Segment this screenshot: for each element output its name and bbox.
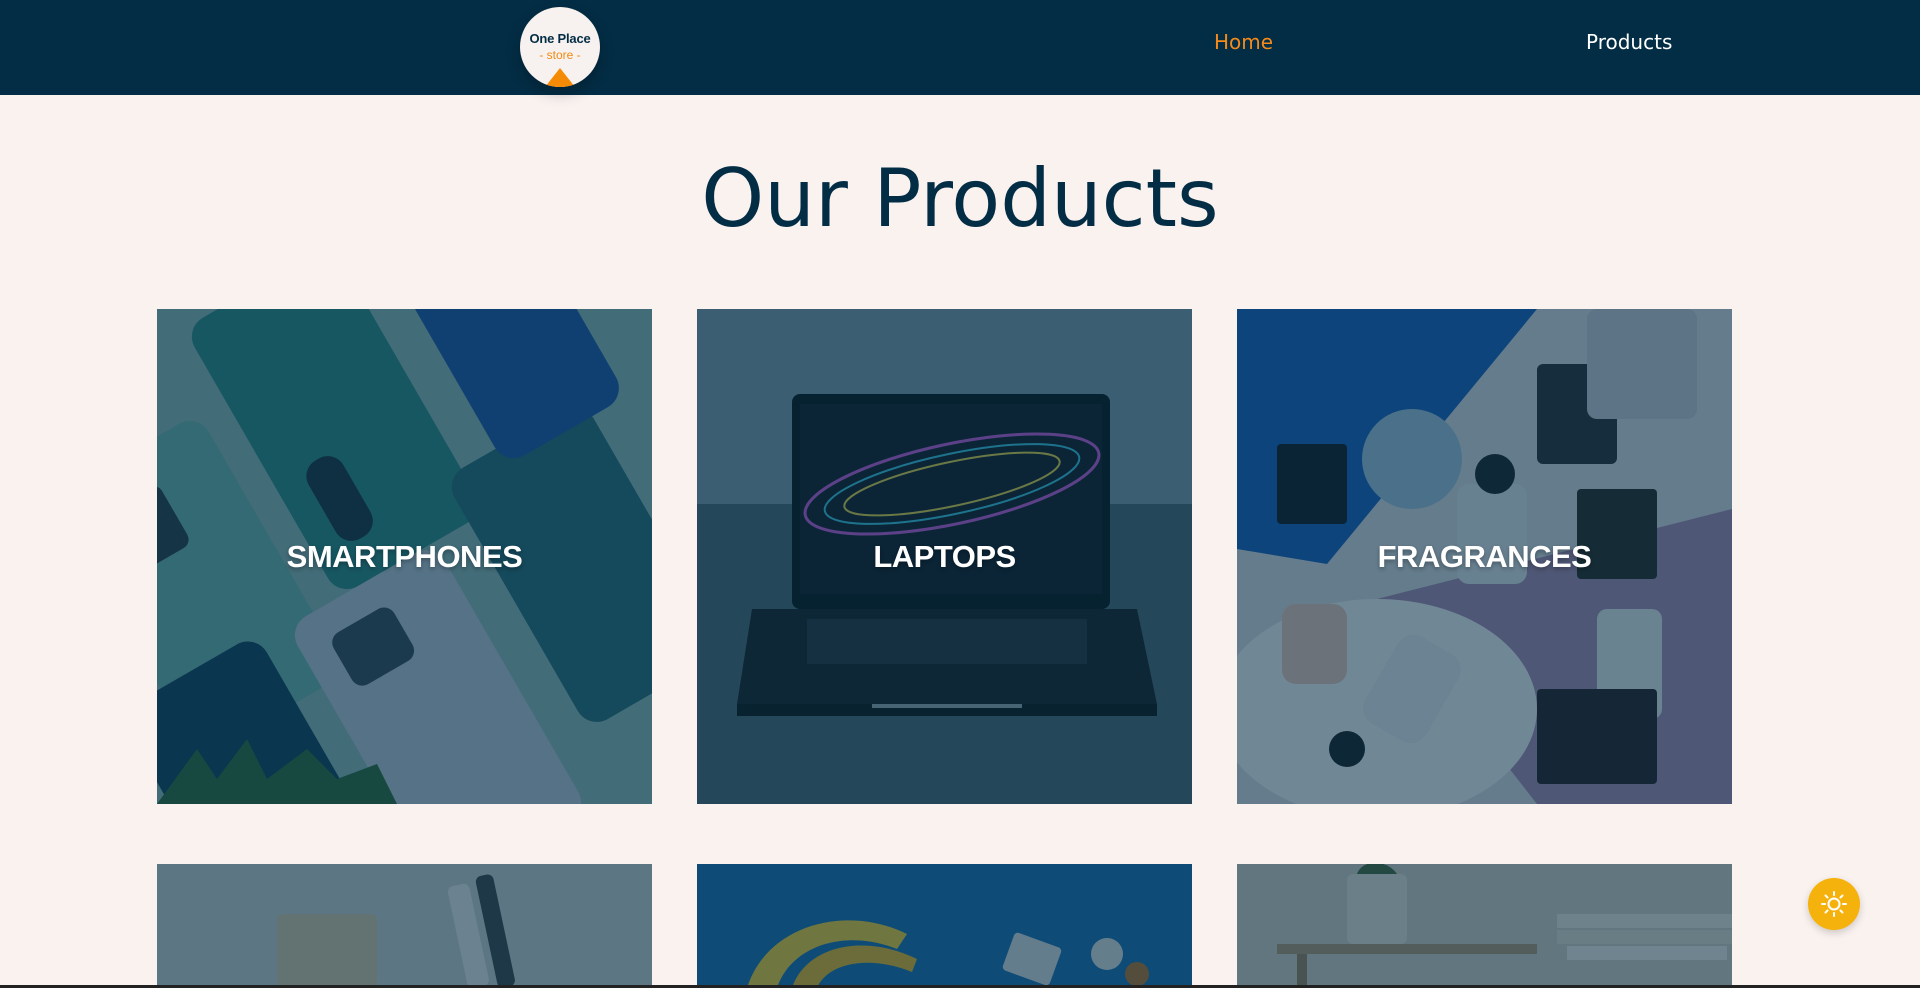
- nav-link-home[interactable]: Home: [1214, 30, 1273, 54]
- category-label: [157, 864, 652, 988]
- category-card-6[interactable]: [1237, 864, 1732, 988]
- category-card-5[interactable]: [697, 864, 1192, 988]
- category-label: SMARTPHONES: [286, 538, 523, 574]
- category-label: [1237, 864, 1732, 988]
- category-label: FRAGRANCES: [1377, 538, 1592, 574]
- category-card-fragrances[interactable]: FRAGRANCES: [1237, 309, 1732, 804]
- theme-toggle-button[interactable]: [1808, 878, 1860, 930]
- logo-title: One Place: [529, 31, 591, 46]
- category-label: [697, 864, 1192, 988]
- nav-link-products[interactable]: Products: [1586, 30, 1672, 54]
- category-card-smartphones[interactable]: SMARTPHONES: [157, 309, 652, 804]
- sun-icon: [1821, 891, 1847, 917]
- navbar: One Place - store - Home Products: [0, 0, 1920, 95]
- category-card-laptops[interactable]: LAPTOPS: [697, 309, 1192, 804]
- logo-triangle-icon: [545, 68, 575, 87]
- category-label: LAPTOPS: [873, 538, 1016, 574]
- logo-tagline: - store -: [539, 48, 581, 62]
- logo[interactable]: One Place - store -: [520, 7, 600, 87]
- category-card-4[interactable]: [157, 864, 652, 988]
- page-title: Our Products: [701, 152, 1219, 245]
